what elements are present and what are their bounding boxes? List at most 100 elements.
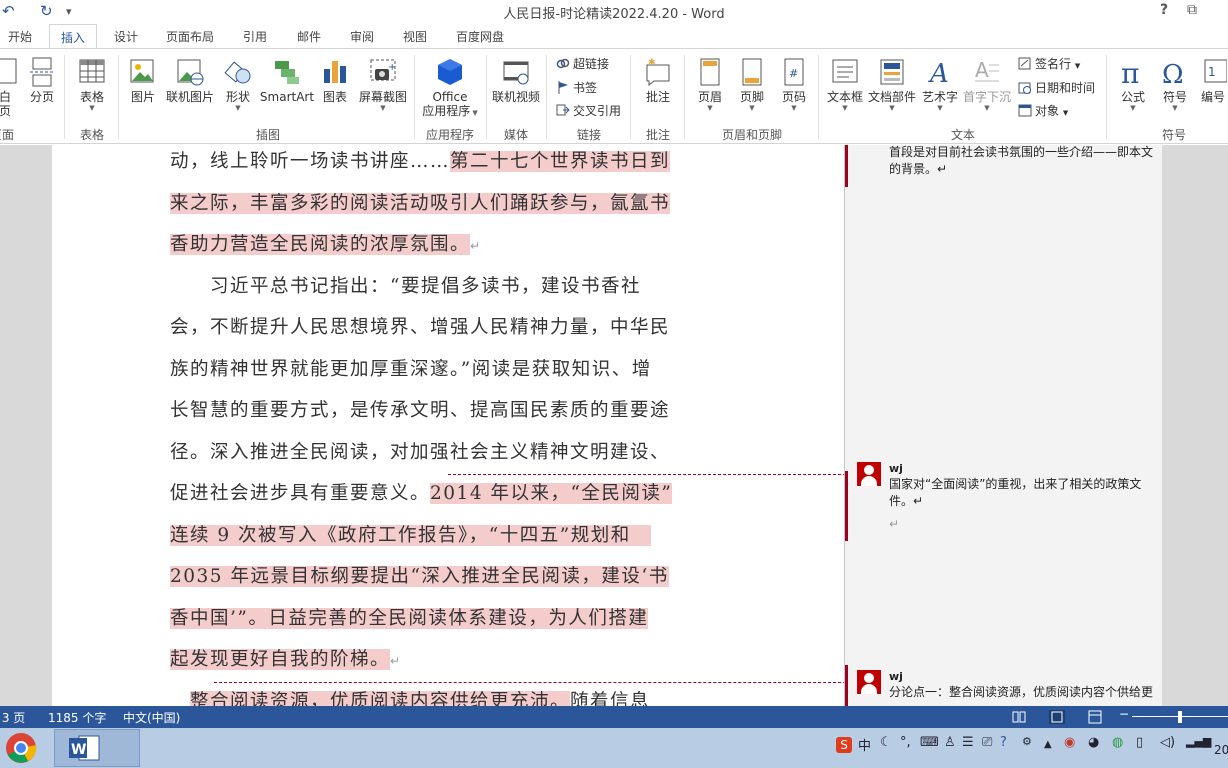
battery-icon[interactable]: ▯ <box>1136 735 1143 750</box>
blank-page-button[interactable]: 白页 <box>0 57 17 118</box>
page-number-button[interactable]: # 页码 ▼ <box>776 57 812 112</box>
input-mode-cn[interactable]: 中 <box>858 735 871 754</box>
document-line[interactable]: 香助力营造全民阅读的浓厚氛围。↵ <box>170 228 482 262</box>
cross-reference-button[interactable]: 交叉引用 <box>556 103 621 119</box>
tab-mailings[interactable]: 邮件 <box>297 28 321 45</box>
commented-text-highlight[interactable]: 2035 年远景目标纲要提出“深入推进全民阅读，建设‘书 <box>170 566 669 587</box>
document-line[interactable]: 整合阅读资源，优质阅读内容供给更充沛。随着信息 <box>170 685 650 706</box>
table-button[interactable]: 表格 ▼ <box>74 57 110 112</box>
signature-line-button[interactable]: 签名行 ▼ <box>1018 56 1080 74</box>
sogou-input-icon[interactable]: S <box>836 737 852 753</box>
chrome-icon[interactable] <box>4 731 38 765</box>
tray-app-icon[interactable]: ◉ <box>1064 735 1075 750</box>
comment-text[interactable]: 国家对“全面阅读”的重视，出来了相关的政策文件。↵ <box>889 476 1159 510</box>
zoom-slider-thumb[interactable] <box>1178 711 1182 723</box>
tab-home[interactable]: 开始 <box>8 28 32 45</box>
punctuation-icon[interactable]: °, <box>900 735 911 750</box>
web-layout-icon[interactable] <box>1088 710 1102 724</box>
word-count[interactable]: 1185 个字 <box>48 709 106 726</box>
show-hidden-icons-icon[interactable]: ▲ <box>1044 739 1052 750</box>
quick-parts-button[interactable]: 文档部件 ▼ <box>866 57 918 112</box>
document-line[interactable]: 来之际，丰富多彩的阅读活动吸引人们踊跃参与，氤氲书 <box>170 187 671 221</box>
commented-text-highlight[interactable]: 来之际，丰富多彩的阅读活动吸引人们踊跃参与，氤氲书 <box>170 193 671 214</box>
wechat-icon[interactable]: ◍ <box>1112 735 1123 750</box>
bookmark-button[interactable]: 书签 <box>556 80 597 96</box>
line-text[interactable]: 径。深入推进全民阅读，对加强社会主义精神文明建设、 <box>170 442 670 463</box>
line-text[interactable]: 动，线上聆听一场读书讲座…… <box>170 151 450 172</box>
commented-text-highlight[interactable]: 整合阅读资源，优质阅读内容供给更充沛。 <box>190 691 571 706</box>
page-break-button[interactable]: 分页 <box>26 57 58 104</box>
chart-button[interactable]: 图表 <box>320 57 350 104</box>
tray-settings-icon[interactable]: ⚙ <box>1022 735 1032 748</box>
tab-references[interactable]: 引用 <box>243 28 267 45</box>
document-line[interactable]: 香中国’”。日益完善的全民阅读体系建设，为人们搭建 <box>170 602 649 636</box>
help-circle-icon[interactable]: ? <box>1000 735 1007 750</box>
screenshot-button[interactable]: + 屏幕截图 ▼ <box>356 57 410 112</box>
shapes-button[interactable]: 形状 ▼ <box>220 57 256 112</box>
document-line[interactable]: 族的精神世界就能更加厚重深邃。”阅读是获取知识、增 <box>170 353 652 387</box>
numbering-button[interactable]: 1 编号 <box>1198 57 1228 104</box>
commented-text-highlight[interactable]: 香中国’”。日益完善的全民阅读体系建设，为人们搭建 <box>170 608 649 629</box>
tab-review[interactable]: 审阅 <box>350 28 374 45</box>
document-line[interactable]: 动，线上聆听一场读书讲座……第二十七个世界读书日到 <box>170 145 671 179</box>
clock-partial[interactable]: 20 <box>1214 743 1228 757</box>
zoom-out-button[interactable]: − <box>1119 707 1129 721</box>
document-line[interactable]: 长智慧的重要方式，是传承文明、提高国民素质的重要途 <box>170 394 670 428</box>
print-layout-icon[interactable] <box>1049 710 1065 724</box>
line-text[interactable]: 族的精神世界就能更加厚重深邃。”阅读是获取知识、增 <box>170 359 652 380</box>
moon-icon[interactable]: ☾ <box>880 735 892 750</box>
qq-icon[interactable]: ◕ <box>1088 735 1099 750</box>
word-taskbar-button[interactable]: W <box>54 729 140 767</box>
comment-text[interactable]: 分论点一：整合阅读资源，优质阅读内容个供给更 <box>889 684 1159 701</box>
document-line[interactable]: 会，不断提升人民思想境界、增强人民精神力量，中华民 <box>170 311 670 345</box>
page-count[interactable]: 第 3 页 <box>0 709 25 726</box>
line-text[interactable]: 习近平总书记指出：“要提倡多读书，建设书香社 <box>170 276 641 297</box>
online-video-button[interactable]: 联机视频 <box>490 57 542 104</box>
text-box-button[interactable]: 文本框 ▼ <box>824 57 866 112</box>
line-text[interactable]: 促进社会进步具有重要意义。 <box>170 483 430 504</box>
symbol-button[interactable]: Ω 符号 ▼ <box>1156 57 1194 112</box>
keyboard-icon[interactable]: ⌨ <box>920 735 939 750</box>
tab-baidu-netdisk[interactable]: 百度网盘 <box>456 28 504 45</box>
comment-text[interactable]: 首段是对目前社会读书氛围的一些介绍——即本文的背景。↵ <box>889 145 1159 178</box>
document-line[interactable]: 2035 年远景目标纲要提出“深入推进全民阅读，建设‘书 <box>170 560 669 594</box>
tab-layout[interactable]: 页面布局 <box>166 28 214 45</box>
commented-text-highlight[interactable]: 第二十七个世界读书日到 <box>450 151 671 172</box>
date-time-button[interactable]: 日期和时间 <box>1018 80 1095 96</box>
document-line[interactable]: 习近平总书记指出：“要提倡多读书，建设书香社 <box>170 270 641 304</box>
line-text[interactable]: 会，不断提升人民思想境界、增强人民精神力量，中华民 <box>170 317 670 338</box>
tab-view[interactable]: 视图 <box>403 28 427 45</box>
wordart-button[interactable]: A 艺术字 ▼ <box>920 57 960 112</box>
restore-icon[interactable]: ⧉ <box>1187 2 1197 18</box>
document-line[interactable]: 连续 9 次被写入《政府工作报告》，“十四五”规划和 <box>170 519 651 553</box>
commented-text-highlight[interactable]: 2014 年以来，“全民阅读” <box>430 483 673 504</box>
menu-icon[interactable]: ☰ <box>962 735 974 750</box>
equation-button[interactable]: π 公式 ▼ <box>1114 57 1152 112</box>
help-icon[interactable]: ? <box>1160 2 1168 18</box>
commented-text-highlight[interactable]: 香助力营造全民阅读的浓厚氛围。 <box>170 234 471 255</box>
line-text[interactable]: 长智慧的重要方式，是传承文明、提高国民素质的重要途 <box>170 400 670 421</box>
skin-icon[interactable]: ⎚ <box>982 735 992 750</box>
header-button[interactable]: 页眉 ▼ <box>692 57 728 112</box>
tab-insert[interactable]: 插入 <box>49 24 98 49</box>
line-text[interactable] <box>170 691 190 706</box>
document-line[interactable]: 促进社会进步具有重要意义。2014 年以来，“全民阅读” <box>170 477 673 511</box>
commented-text-highlight[interactable]: 起发现更好自我的阶梯。 <box>170 649 391 670</box>
commented-text-highlight[interactable]: 连续 9 次被写入《政府工作报告》，“十四五”规划和 <box>170 525 651 546</box>
online-pictures-button[interactable]: 联机图片 <box>164 57 216 104</box>
hyperlink-button[interactable]: 超链接 <box>556 56 609 72</box>
new-comment-button[interactable]: ✱ 批注 <box>638 57 678 104</box>
network-icon[interactable]: ▂▄▆ <box>1186 735 1211 748</box>
language-indicator[interactable]: 中文(中国) <box>123 709 180 726</box>
document-line[interactable]: 径。深入推进全民阅读，对加强社会主义精神文明建设、 <box>170 436 670 470</box>
volume-icon[interactable]: ◁) <box>1160 735 1175 750</box>
pictures-button[interactable]: 图片 <box>126 57 160 104</box>
drop-cap-button[interactable]: A 首字下沉 ▼ <box>962 57 1012 112</box>
tab-design[interactable]: 设计 <box>114 28 138 45</box>
document-line[interactable]: 起发现更好自我的阶梯。↵ <box>170 643 402 677</box>
object-button[interactable]: 对象 ▼ <box>1018 103 1068 121</box>
footer-button[interactable]: 页脚 ▼ <box>734 57 770 112</box>
office-apps-button[interactable]: Office 应用程序 ▼ <box>418 57 482 120</box>
user-icon[interactable]: ♙ <box>944 735 956 750</box>
read-mode-icon[interactable] <box>1012 710 1026 724</box>
